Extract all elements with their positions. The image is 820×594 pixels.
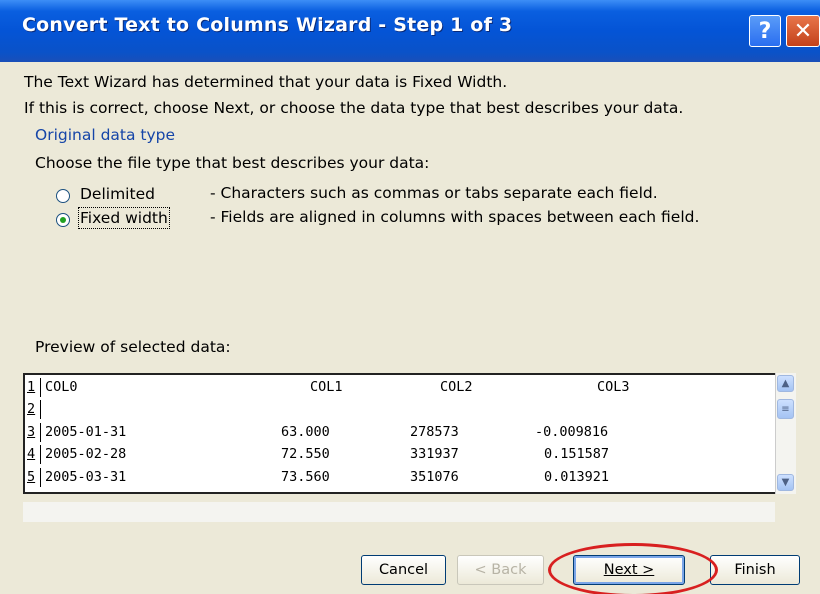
table-cell: 0.013921 — [544, 469, 610, 485]
row-number: 4 — [27, 446, 36, 462]
table-cell: 331937 — [410, 446, 459, 462]
group-label-original-data-type: Original data type — [35, 126, 176, 144]
table-cell: 63.000 — [281, 424, 330, 440]
table-cell: COL1 — [310, 379, 343, 395]
table-cell: 278573 — [410, 424, 459, 440]
cancel-button[interactable]: Cancel — [361, 555, 446, 585]
row-number: 5 — [27, 469, 36, 485]
radio-fixed-width-label[interactable]: Fixed width — [78, 207, 170, 229]
table-row: 5 2005-03-31 73.560 351076 0.013921 — [25, 468, 775, 487]
table-row: 3 2005-01-31 63.000 278573 -0.009816 — [25, 423, 775, 442]
radio-button-selected[interactable] — [56, 213, 70, 227]
table-cell: -0.009816 — [535, 424, 609, 440]
table-cell: 73.560 — [281, 469, 330, 485]
window-title: Convert Text to Columns Wizard - Step 1 … — [22, 14, 513, 36]
data-preview[interactable]: 1 COL0 COL1 COL2 COL3 2 3 2005-01-31 63.… — [23, 373, 794, 494]
intro-line-2: If this is correct, choose Next, or choo… — [24, 99, 684, 117]
table-cell: 351076 — [410, 469, 459, 485]
scroll-down-icon[interactable]: ▼ — [777, 474, 794, 491]
vertical-scrollbar[interactable]: ▲ ≡ ▼ — [775, 373, 796, 494]
table-cell: 0.151587 — [544, 446, 610, 462]
title-bar: Convert Text to Columns Wizard - Step 1 … — [0, 0, 820, 62]
table-row: 4 2005-02-28 72.550 331937 0.151587 — [25, 445, 775, 464]
table-cell: 2005-02-28 — [45, 446, 127, 462]
row-number: 1 — [27, 379, 36, 395]
finish-button[interactable]: Finish — [710, 555, 800, 585]
scroll-thumb[interactable]: ≡ — [777, 399, 794, 419]
back-button[interactable]: < Back — [457, 555, 544, 585]
wizard-dialog: Convert Text to Columns Wizard - Step 1 … — [0, 0, 820, 594]
intro-line-1: The Text Wizard has determined that your… — [24, 73, 508, 91]
table-cell: 2005-03-31 — [45, 469, 127, 485]
table-cell: COL0 — [45, 379, 78, 395]
row-number: 3 — [27, 424, 36, 440]
file-type-prompt: Choose the file type that best describes… — [35, 154, 430, 172]
help-button[interactable]: ? — [749, 15, 781, 47]
scroll-up-icon[interactable]: ▲ — [777, 375, 794, 392]
highlight-circle — [548, 543, 718, 594]
horizontal-scrollbar[interactable] — [23, 502, 775, 522]
radio-delimited-label[interactable]: Delimited — [80, 185, 155, 203]
radio-delimited-description: - Characters such as commas or tabs sepa… — [210, 184, 658, 202]
radio-fixed-width-description: - Fields are aligned in columns with spa… — [210, 208, 700, 226]
table-cell: 2005-01-31 — [45, 424, 127, 440]
table-row: 2 — [25, 400, 775, 419]
table-row: 1 COL0 COL1 COL2 COL3 — [25, 378, 775, 397]
table-cell: COL3 — [597, 379, 630, 395]
radio-button[interactable] — [56, 189, 70, 203]
row-number: 2 — [27, 401, 36, 417]
close-button[interactable]: ✕ — [786, 15, 820, 47]
preview-label: Preview of selected data: — [35, 338, 231, 356]
table-cell: COL2 — [440, 379, 473, 395]
table-cell: 72.550 — [281, 446, 330, 462]
